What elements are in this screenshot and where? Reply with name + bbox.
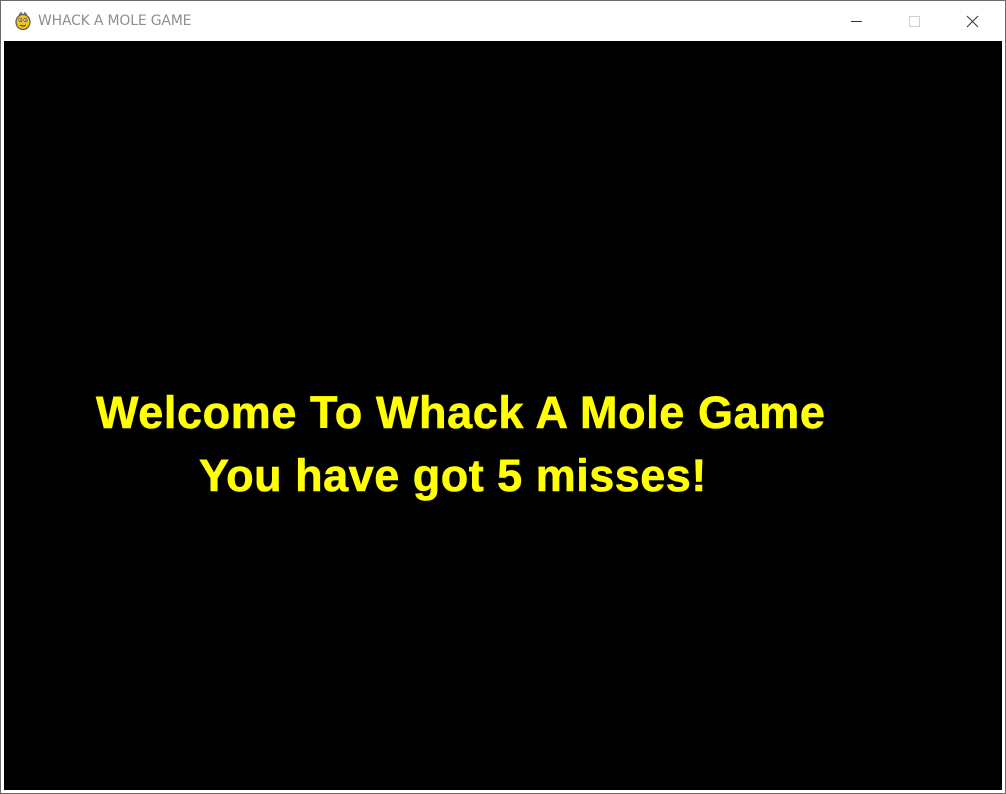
game-canvas[interactable]: Welcome To Whack A Mole Game You have go… <box>4 41 1002 790</box>
title-bar[interactable]: WHACK A MOLE GAME <box>1 1 1005 40</box>
pygame-snake-icon <box>13 11 33 31</box>
misses-message: You have got 5 misses! <box>199 450 707 501</box>
maximize-button[interactable] <box>885 1 943 40</box>
welcome-message: Welcome To Whack A Mole Game <box>96 387 826 438</box>
minimize-button[interactable] <box>827 1 885 40</box>
game-window: WHACK A MOLE GAME Welcome To Whack A Mol… <box>0 0 1006 794</box>
window-title: WHACK A MOLE GAME <box>38 13 192 29</box>
close-button[interactable] <box>943 1 1001 40</box>
